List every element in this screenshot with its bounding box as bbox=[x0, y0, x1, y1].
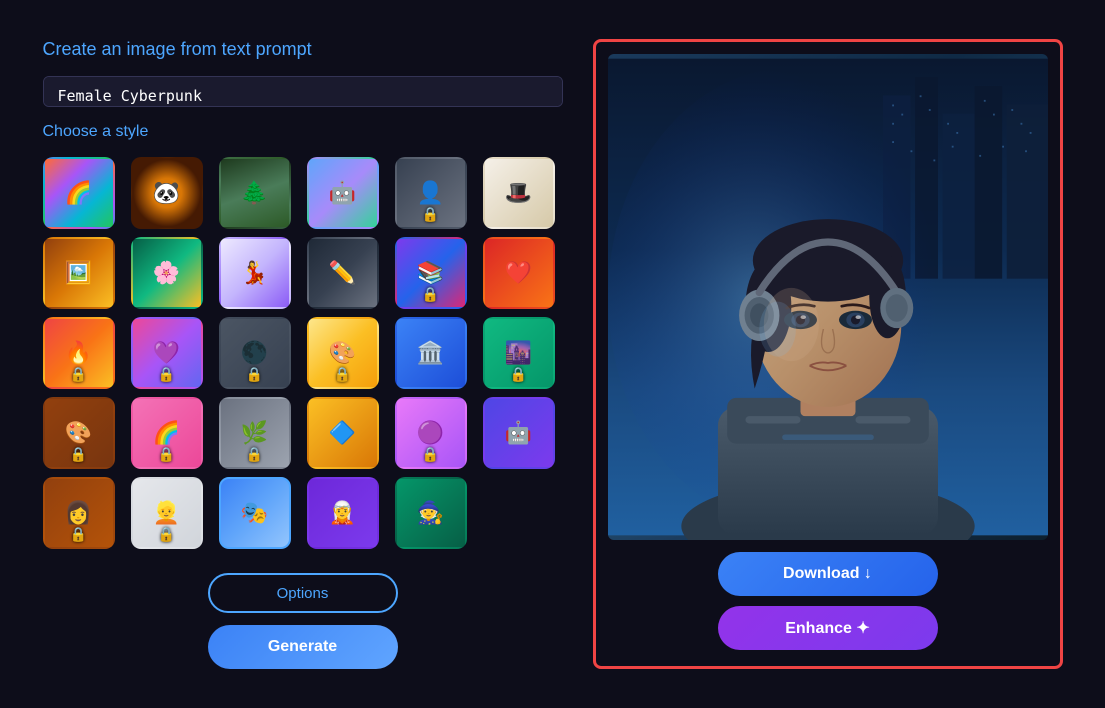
style-item-cyberpunk3[interactable]: 🎭 bbox=[219, 477, 291, 549]
style-panda-bg: 🐼 bbox=[133, 159, 201, 227]
action-buttons-right: Download ↓ Enhance ✦ bbox=[608, 552, 1048, 650]
style-section-title: Choose a style bbox=[43, 123, 563, 141]
style-item-abstract[interactable]: 🌈 bbox=[43, 157, 115, 229]
style-item-rainbow[interactable]: 🌈 🔒 bbox=[131, 397, 203, 469]
style-fantasy-bg: 🧝 bbox=[309, 479, 377, 547]
style-item-elf[interactable]: 🧙 bbox=[395, 477, 467, 549]
lock-icon-10: 🔒 bbox=[246, 446, 263, 463]
style-cyberpunk2-bg: 🤖 bbox=[485, 399, 553, 467]
lock-icon-9: 🔒 bbox=[158, 446, 175, 463]
style-item-warhol[interactable]: 🎨 🔒 bbox=[307, 317, 379, 389]
style-item-mosaic[interactable]: 🔷 bbox=[307, 397, 379, 469]
style-item-panda[interactable]: 🐼 bbox=[131, 157, 203, 229]
lock-icon-6: 🔒 bbox=[334, 366, 351, 383]
style-ballet-bg: 💃 bbox=[221, 239, 289, 307]
lock-icon-13: 🔒 bbox=[158, 526, 175, 543]
style-abstract-bg: 🌈 bbox=[45, 159, 113, 227]
main-container: Create an image from text prompt Female … bbox=[23, 19, 1083, 689]
style-item-fantasy[interactable]: 🧝 bbox=[307, 477, 379, 549]
style-renaissance-bg: 🖼️ bbox=[45, 239, 113, 307]
style-cyberpunk3-bg: 🎭 bbox=[221, 479, 289, 547]
style-item-portrait3[interactable]: 👱 🔒 bbox=[131, 477, 203, 549]
style-item-architecture[interactable]: 🏛️ bbox=[395, 317, 467, 389]
left-panel: Create an image from text prompt Female … bbox=[43, 39, 563, 669]
style-item-portrait[interactable]: 👤 🔒 bbox=[395, 157, 467, 229]
generate-button[interactable]: Generate bbox=[208, 625, 398, 669]
generated-image-svg bbox=[608, 54, 1048, 540]
prompt-input[interactable]: Female Cyberpunk bbox=[43, 76, 563, 107]
style-mosaic-bg: 🔷 bbox=[309, 399, 377, 467]
enhance-button[interactable]: Enhance ✦ bbox=[718, 606, 938, 650]
style-item-love[interactable]: ❤️ bbox=[483, 237, 555, 309]
style-item-book[interactable]: 📚 🔒 bbox=[395, 237, 467, 309]
style-item-neon[interactable]: 💜 🔒 bbox=[131, 317, 203, 389]
right-panel: Download ↓ Enhance ✦ bbox=[593, 39, 1063, 669]
style-item-gradient[interactable]: 🟣 🔒 bbox=[395, 397, 467, 469]
style-item-fire[interactable]: 🔥 🔒 bbox=[43, 317, 115, 389]
lock-icon-7: 🔒 bbox=[510, 366, 527, 383]
page-title: Create an image from text prompt bbox=[43, 39, 563, 60]
style-item-cyberpunk2[interactable]: 🤖 bbox=[483, 397, 555, 469]
style-item-silhouette[interactable]: 🌆 🔒 bbox=[483, 317, 555, 389]
style-forest-bg: 🌲 bbox=[221, 159, 289, 227]
lock-icon-11: 🔒 bbox=[422, 446, 439, 463]
style-sketch-bg: ✏️ bbox=[309, 239, 377, 307]
options-button[interactable]: Options bbox=[208, 573, 398, 613]
style-flowers-bg: 🌸 bbox=[133, 239, 201, 307]
style-item-portrait2[interactable]: 👩 🔒 bbox=[43, 477, 115, 549]
style-vintage-bg: 🎩 bbox=[485, 159, 553, 227]
lock-icon-12: 🔒 bbox=[70, 526, 87, 543]
style-item-colorful[interactable]: 🎨 🔒 bbox=[43, 397, 115, 469]
action-buttons-left: Options Generate bbox=[43, 573, 563, 669]
style-item-forest[interactable]: 🌲 bbox=[219, 157, 291, 229]
style-robot-bg: 🤖 bbox=[309, 159, 377, 227]
style-item-dark[interactable]: 🌑 🔒 bbox=[219, 317, 291, 389]
download-button[interactable]: Download ↓ bbox=[718, 552, 938, 596]
generated-image-container bbox=[608, 54, 1048, 540]
style-item-ballet[interactable]: 💃 bbox=[219, 237, 291, 309]
style-love-bg: ❤️ bbox=[485, 239, 553, 307]
style-item-sketch[interactable]: ✏️ bbox=[307, 237, 379, 309]
style-item-renaissance[interactable]: 🖼️ bbox=[43, 237, 115, 309]
lock-icon-4: 🔒 bbox=[158, 366, 175, 383]
style-elf-bg: 🧙 bbox=[397, 479, 465, 547]
lock-icon-3: 🔒 bbox=[70, 366, 87, 383]
style-item-robot[interactable]: 🤖 bbox=[307, 157, 379, 229]
style-item-forest2[interactable]: 🌿 🔒 bbox=[219, 397, 291, 469]
style-item-vintage[interactable]: 🎩 bbox=[483, 157, 555, 229]
style-grid: 🌈 🐼 🌲 🤖 👤 🔒 🎩 🖼️ 🌸 bbox=[43, 157, 563, 549]
lock-icon-8: 🔒 bbox=[70, 446, 87, 463]
lock-icon-2: 🔒 bbox=[422, 286, 439, 303]
lock-icon-5: 🔒 bbox=[246, 366, 263, 383]
style-architecture-bg: 🏛️ bbox=[397, 319, 465, 387]
style-item-flowers[interactable]: 🌸 bbox=[131, 237, 203, 309]
lock-icon: 🔒 bbox=[422, 206, 439, 223]
